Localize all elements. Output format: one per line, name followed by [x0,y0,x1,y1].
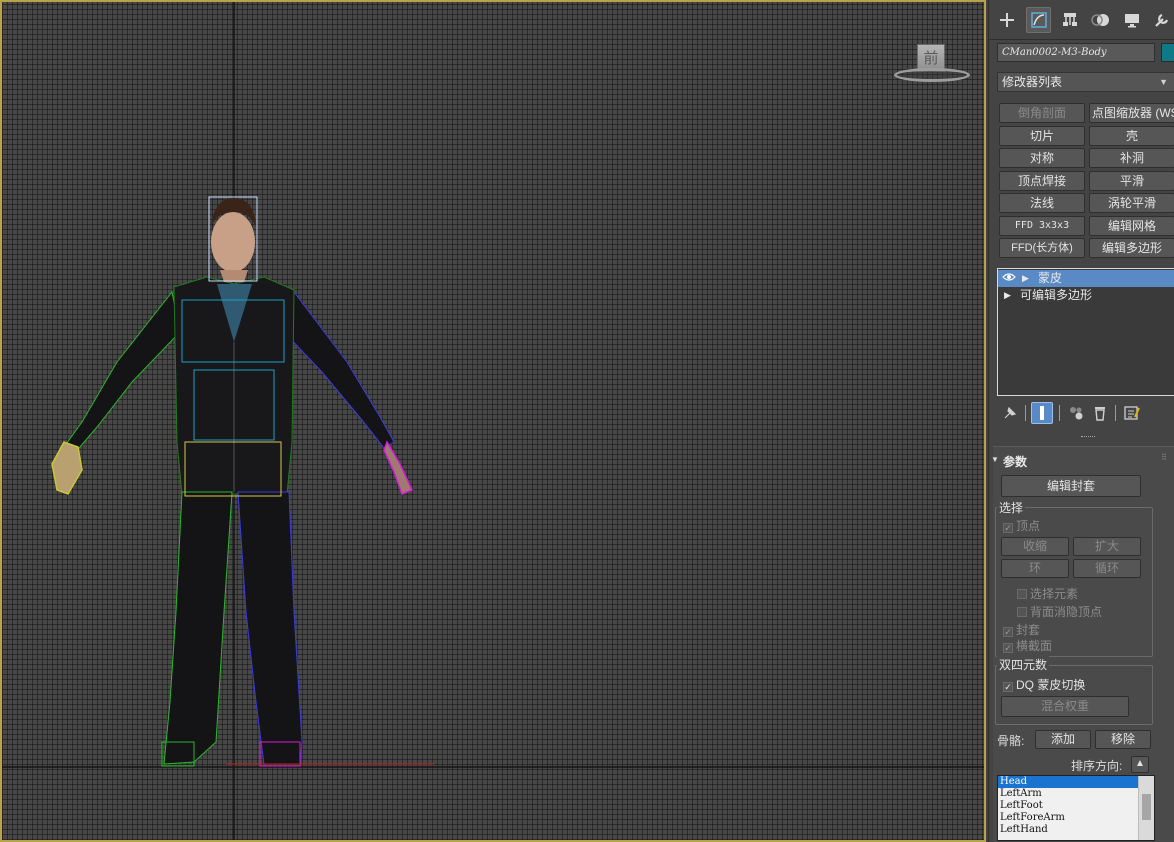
modifier-button-turbosmooth[interactable]: 涡轮平滑 [1089,193,1174,213]
dual-quaternion-group-label: 双四元数 [997,656,1050,673]
expand-arrow-icon[interactable]: ▶ [1022,270,1029,287]
panel-divider-grip[interactable] [1081,436,1095,438]
modifier-button-symmetry[interactable]: 对称 [999,148,1085,168]
bone-list-item[interactable]: LeftHand [998,824,1154,836]
select-element-checkbox[interactable]: 选择元素 [1017,585,1078,602]
modifier-button-ffd-box[interactable]: FFD(长方体) [999,238,1085,258]
make-unique-icon[interactable] [1065,402,1087,424]
character-figure [51,196,434,767]
scene-render [2,2,984,840]
modifier-button-normal[interactable]: 法线 [999,193,1085,213]
show-end-result-icon[interactable] [1031,402,1053,424]
bone-list-item[interactable]: LeftFoot [998,800,1154,812]
cross-sections-label: 横截面 [1016,639,1053,653]
motion-icon[interactable] [1088,7,1113,33]
backface-cull-checkbox[interactable]: 背面消隐顶点 [1017,603,1102,620]
modifier-stack[interactable]: ▶ 蒙皮 ▶ 可编辑多边形 [997,268,1174,396]
pin-stack-icon[interactable] [999,402,1021,424]
dq-skin-toggle-label: DQ 蒙皮切换 [1016,678,1086,692]
viewcube-ring[interactable] [894,68,970,82]
rollout-title: 参数 [1003,455,1028,469]
modifier-button-smooth[interactable]: 平滑 [1089,171,1174,191]
modifier-button-edit-poly[interactable]: 编辑多边形 [1089,238,1174,258]
bone-list[interactable]: Head LeftArm LeftFoot LeftForeArm LeftHa… [997,775,1155,841]
checkmark-icon: ✓ [1003,523,1013,533]
backface-cull-label: 背面消隐顶点 [1030,605,1103,619]
edit-envelopes-button[interactable]: 编辑封套 [1001,475,1141,497]
modifier-button-bevel-profile[interactable]: 倒角剖面 [999,103,1085,123]
ring-button[interactable]: 环 [1001,559,1069,578]
bone-list-item[interactable]: Head [998,776,1154,788]
bone-list-scrollbar[interactable] [1138,776,1154,840]
sort-up-icon[interactable]: ▲ [1131,756,1149,773]
checkmark-icon: ✓ [1003,643,1013,653]
object-name-field[interactable]: CMan0002-M3-Body [997,43,1155,62]
create-plus-icon[interactable] [995,7,1020,33]
checkmark-icon: ✓ [1003,682,1013,692]
utilities-wrench-icon[interactable] [1150,7,1174,33]
remove-bone-button[interactable]: 移除 [1095,730,1151,749]
rollout-drag-handle-icon[interactable]: ⠿ [1161,453,1167,462]
command-panel-tabs [989,0,1174,40]
sort-direction-label: 排序方向: [1071,759,1123,773]
modifier-button-edit-mesh[interactable]: 编辑网格 [1089,216,1174,236]
stack-item-label: 可编辑多边形 [1020,288,1093,302]
modifier-list-label: 修改器列表 [1002,75,1063,89]
cross-sections-checkbox[interactable]: ✓ 横截面 [1003,637,1052,654]
bones-label: 骨骼: [997,734,1025,748]
scrollbar-thumb[interactable] [1142,794,1151,820]
modifier-button-slice[interactable]: 切片 [999,126,1085,146]
modifier-list-dropdown[interactable]: 修改器列表 ▼ [997,72,1174,92]
configure-modifier-sets-icon[interactable] [1121,402,1143,424]
dq-skin-toggle-checkbox[interactable]: ✓ DQ 蒙皮切换 [1003,676,1085,693]
add-bone-button[interactable]: 添加 [1035,730,1091,749]
vertices-checkbox[interactable]: ✓ 顶点 [1003,517,1040,534]
bone-list-item[interactable]: LeftArm [998,788,1154,800]
hierarchy-icon[interactable] [1057,7,1082,33]
envelopes-label: 封套 [1016,623,1041,637]
stack-item-editable-poly[interactable]: ▶ 可编辑多边形 [998,287,1174,304]
modify-icon[interactable] [1025,6,1052,33]
modifier-button-point-cache[interactable]: 点图缩放器 (WSM) [1089,103,1174,123]
modifier-button-vertex-weld[interactable]: 顶点焊接 [999,171,1085,191]
parameters-rollout: ▼ 参数 ⠿ 编辑封套 选择 ✓ 顶点 收缩 扩大 环 循环 选择元素 背面消隐顶… [991,446,1174,842]
chevron-down-icon: ▼ [1159,77,1168,87]
select-element-label: 选择元素 [1030,587,1079,601]
stack-toolbar [997,400,1174,426]
expand-arrow-icon[interactable]: ▶ [1004,287,1011,304]
stack-item-label: 蒙皮 [1038,271,1063,285]
display-icon[interactable] [1119,7,1144,33]
bone-list-item[interactable]: LeftForeArm [998,812,1154,824]
viewport-front[interactable]: 前 [0,0,986,842]
vertices-label: 顶点 [1016,519,1041,533]
modifier-button-ffd-3x3x3[interactable]: FFD 3x3x3 [999,216,1085,236]
envelopes-checkbox[interactable]: ✓ 封套 [1003,621,1040,638]
object-color-swatch[interactable] [1161,43,1174,62]
blend-weights-button[interactable]: 混合权重 [1001,696,1129,717]
trash-icon[interactable] [1089,402,1111,424]
command-panel: CMan0002-M3-Body 修改器列表 ▼ 倒角剖面 点图缩放器 (WSM… [988,0,1174,842]
stack-item-skin[interactable]: ▶ 蒙皮 [998,270,1174,287]
modifier-button-shell[interactable]: 壳 [1089,126,1174,146]
checkmark-icon: ✓ [1003,627,1013,637]
grow-button[interactable]: 扩大 [1073,537,1141,556]
viewcube[interactable]: 前 [894,40,970,88]
selection-group-label: 选择 [997,499,1026,516]
rollout-collapse-icon[interactable]: ▼ [991,455,999,464]
loop-button[interactable]: 循环 [1073,559,1141,578]
shrink-button[interactable]: 收缩 [1001,537,1069,556]
modifier-button-cap-holes[interactable]: 补洞 [1089,148,1174,168]
